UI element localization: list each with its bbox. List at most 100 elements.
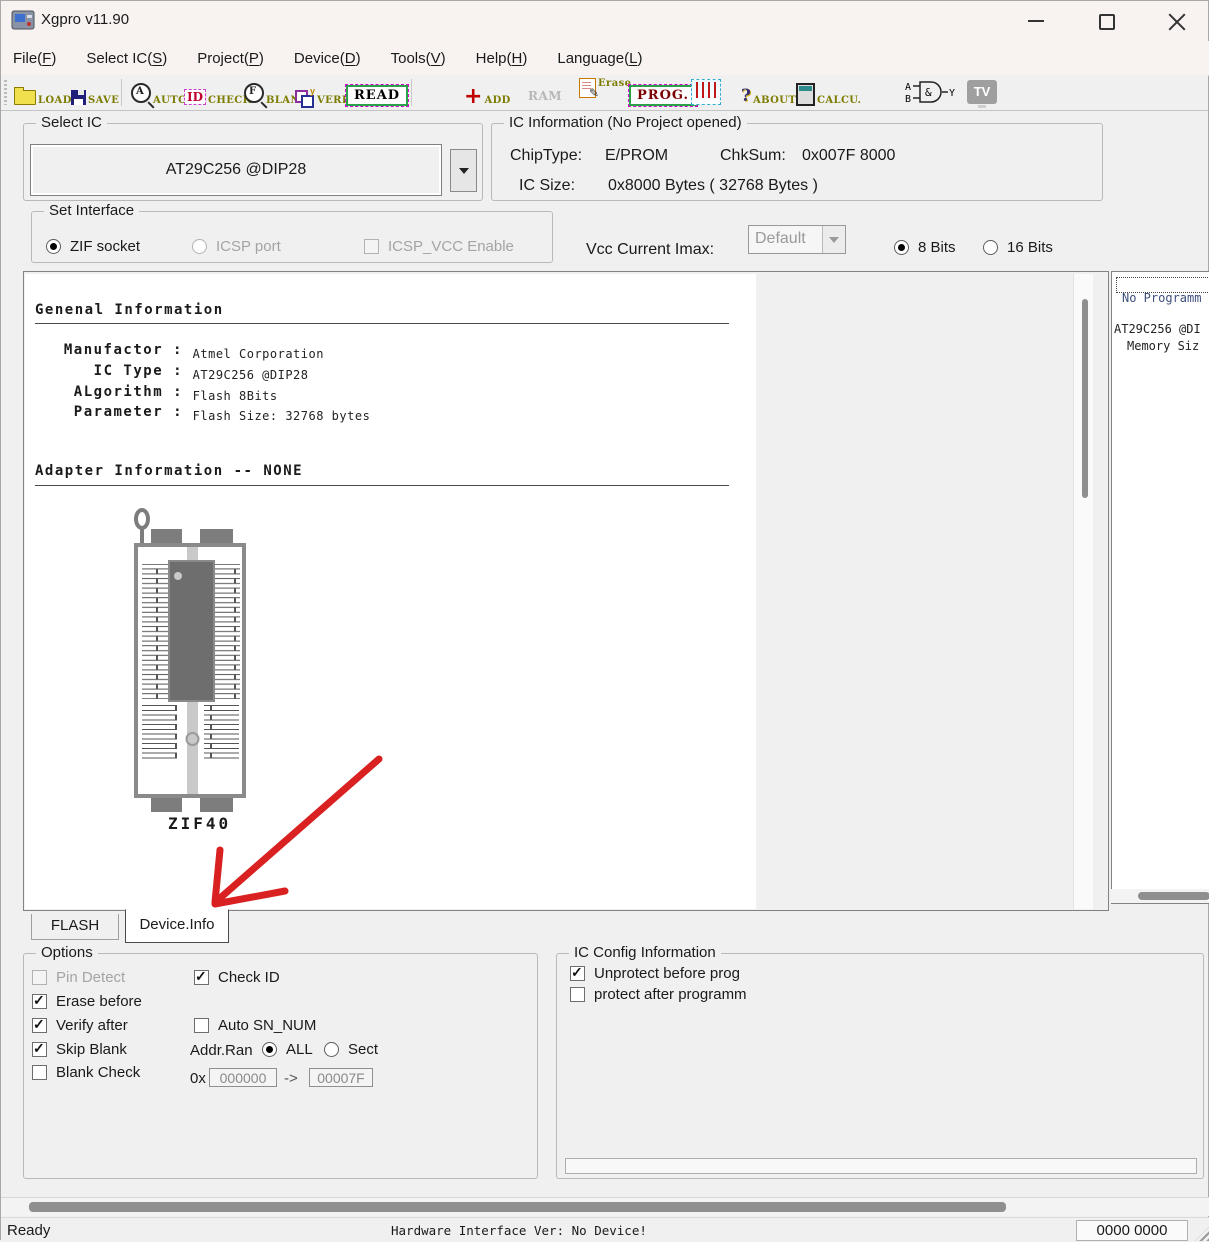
- info-row: IC Type : AT29C256 @DIP28: [35, 363, 309, 383]
- vertical-scrollbar-thumb[interactable]: [1082, 299, 1088, 498]
- chiptype-label: ChipType:: [510, 147, 582, 165]
- vcc-imax-select[interactable]: Default: [748, 225, 846, 254]
- maximize-icon: [1099, 14, 1115, 30]
- unprotect-checkbox[interactable]: Unprotect before prog: [570, 965, 740, 982]
- close-button[interactable]: [1146, 1, 1208, 41]
- horizontal-scrollbar-thumb[interactable]: [29, 1202, 1006, 1212]
- zif-socket-radio[interactable]: ZIF socket: [46, 238, 140, 255]
- checkbox-icon: [32, 970, 47, 985]
- logic-gate-button[interactable]: A B & Y: [903, 78, 959, 108]
- vcc-imax-label: Vcc Current Imax:: [586, 241, 714, 259]
- addr-sect-radio[interactable]: Sect: [324, 1041, 378, 1058]
- ic-info-group-label: IC Information (No Project opened): [504, 114, 747, 131]
- info-label: IC Type :: [35, 363, 183, 379]
- info-value: AT29C256 @DIP28: [193, 368, 309, 382]
- tab-flash[interactable]: FLASH: [31, 914, 119, 940]
- select-ic-dropdown-button[interactable]: [450, 149, 477, 192]
- info-row: ALgorithm : Flash 8Bits: [35, 384, 278, 404]
- status-ready-text: Ready: [7, 1222, 50, 1239]
- check-id-checkbox[interactable]: Check ID: [194, 969, 280, 986]
- about-button[interactable]: ? ABOUT: [741, 78, 796, 108]
- ram-icon: RAM: [528, 89, 562, 103]
- info-row: Parameter : Flash Size: 32768 bytes: [35, 404, 370, 424]
- add-button[interactable]: + ADD: [464, 78, 511, 108]
- save-button[interactable]: SAVE: [71, 78, 119, 108]
- tab-device-info[interactable]: Device.Info: [125, 909, 229, 943]
- chiptype-value: E/PROM: [605, 147, 668, 165]
- plus-icon: +: [464, 88, 482, 106]
- menu-language[interactable]: Language(L): [557, 50, 642, 67]
- checkbox-icon: [32, 1018, 47, 1033]
- 8-bits-radio[interactable]: 8 Bits: [894, 239, 956, 256]
- blank-check-checkbox[interactable]: Blank Check: [32, 1064, 140, 1081]
- menu-file[interactable]: File(F): [13, 50, 56, 67]
- tv-icon: TV: [967, 80, 997, 104]
- tv-mode-button[interactable]: TV: [967, 78, 997, 108]
- selected-ic-display[interactable]: AT29C256 @DIP28: [30, 144, 442, 196]
- menu-select-ic[interactable]: Select IC(S): [86, 50, 167, 67]
- radio-icon: [262, 1042, 277, 1057]
- read-button[interactable]: READ: [346, 78, 408, 108]
- icsp-vcc-checkbox[interactable]: ICSP_VCC Enable: [364, 238, 514, 255]
- resize-grip[interactable]: [1195, 1227, 1209, 1241]
- menu-device[interactable]: Device(D): [294, 50, 361, 67]
- verify-after-checkbox[interactable]: Verify after: [32, 1017, 128, 1034]
- protect-checkbox[interactable]: protect after programm: [570, 986, 772, 1003]
- auto-sn-checkbox[interactable]: Auto SN_NUM: [194, 1017, 336, 1034]
- menu-project[interactable]: Project(P): [197, 50, 264, 67]
- menu-help[interactable]: Help(H): [476, 50, 528, 67]
- window-title: Xgpro v11.90: [41, 11, 129, 28]
- menu-tools[interactable]: Tools(V): [391, 50, 446, 67]
- minimize-button[interactable]: [1006, 1, 1068, 41]
- read-framed-label: READ: [346, 85, 408, 106]
- addr-to-input[interactable]: [309, 1068, 373, 1087]
- right-horizontal-scrollbar[interactable]: [1111, 889, 1209, 903]
- chip-pins-icon: [691, 79, 721, 105]
- close-icon: [1168, 12, 1186, 30]
- right-scrollbar-thumb[interactable]: [1138, 892, 1209, 900]
- erase-button[interactable]: Erase: [579, 78, 631, 108]
- test-chip-button[interactable]: [691, 78, 721, 108]
- options-group-label: Options: [36, 944, 98, 961]
- load-button[interactable]: LOAD: [14, 78, 72, 108]
- maximize-button[interactable]: [1075, 1, 1137, 41]
- addr-from-input[interactable]: [209, 1068, 277, 1087]
- svg-text:A: A: [905, 82, 911, 93]
- ic-info-group: IC Information (No Project opened) ChipT…: [491, 123, 1103, 201]
- options-group: Options Pin Detect Check ID Erase before…: [23, 953, 538, 1179]
- prog-framed-label: PROG.: [629, 85, 697, 106]
- horizontal-scrollbar[interactable]: [1, 1197, 1209, 1216]
- ram-button[interactable]: RAM: [528, 78, 562, 108]
- overlap-squares-icon: y: [295, 88, 315, 106]
- minimize-icon: [1028, 20, 1044, 22]
- vertical-scrollbar[interactable]: [1073, 274, 1093, 909]
- question-icon: ?: [741, 86, 751, 106]
- chip-id-icon: ID: [184, 89, 206, 105]
- addr-all-radio[interactable]: ALL: [262, 1041, 313, 1058]
- checkbox-icon: [570, 987, 585, 1002]
- check-id-button[interactable]: ID CHECK: [184, 78, 252, 108]
- app-icon: [11, 9, 35, 31]
- magnifier-icon: F: [244, 83, 264, 103]
- menu-bar: File(F) Select IC(S) Project(P) Device(D…: [1, 41, 1209, 76]
- status-bar: Ready Hardware Interface Ver: No Device!…: [1, 1217, 1209, 1242]
- config-scrollbar[interactable]: [565, 1158, 1197, 1174]
- erase-before-checkbox[interactable]: Erase before: [32, 993, 142, 1010]
- auto-button[interactable]: A AUTO: [131, 78, 187, 108]
- info-value: Atmel Corporation: [193, 347, 324, 361]
- chksum-value: 0x007F 8000: [802, 147, 895, 165]
- info-label: Manufactor :: [35, 342, 183, 358]
- general-info-title: Genenal Information: [35, 302, 224, 318]
- erase-pad-icon: [579, 78, 596, 98]
- ic-size-value: 0x8000 Bytes ( 32768 Bytes ): [608, 177, 818, 195]
- prog-button[interactable]: PROG.: [629, 78, 697, 108]
- adapter-info-title: Adapter Information -- NONE: [35, 463, 303, 479]
- skip-blank-checkbox[interactable]: Skip Blank: [32, 1041, 127, 1058]
- socket-label: ZIF40: [168, 814, 231, 833]
- calculator-button[interactable]: CALCU.: [796, 78, 861, 108]
- pin-detect-checkbox[interactable]: Pin Detect: [32, 969, 125, 986]
- svg-text:B: B: [905, 94, 911, 105]
- 16-bits-radio[interactable]: 16 Bits: [983, 239, 1053, 256]
- icsp-port-radio[interactable]: ICSP port: [192, 238, 281, 255]
- range-arrow-label: ->: [284, 1070, 298, 1087]
